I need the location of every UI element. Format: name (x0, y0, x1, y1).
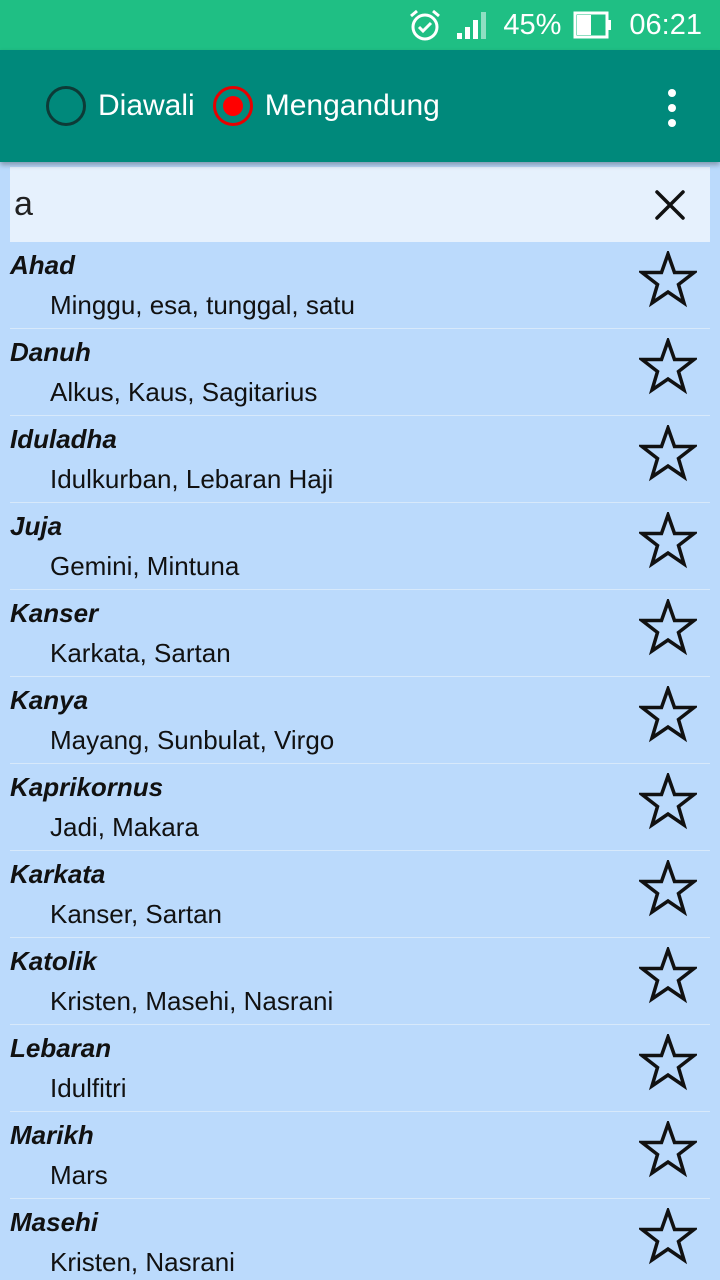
list-item[interactable]: Kaprikornus Jadi, Makara (10, 764, 710, 851)
app-bar: Diawali Mengandung (0, 50, 720, 162)
star-icon[interactable] (638, 337, 698, 397)
menu-dot (668, 104, 676, 112)
star-icon[interactable] (638, 772, 698, 832)
radio-label-diawali: Diawali (98, 89, 195, 122)
list-item[interactable]: Katolik Kristen, Masehi, Nasrani (10, 938, 710, 1025)
radio-label-mengandung: Mengandung (264, 89, 440, 122)
word-synonyms: Kristen, Nasrani (50, 1247, 235, 1277)
word-synonyms: Mayang, Sunbulat, Virgo (50, 725, 335, 755)
list-item[interactable]: Lebaran Idulfitri (10, 1025, 710, 1112)
search-input[interactable] (10, 174, 640, 235)
menu-dot (668, 89, 676, 97)
word-synonyms: Mars (50, 1160, 108, 1190)
signal-icon (455, 9, 491, 41)
word-term: Lebaran (10, 1033, 112, 1063)
star-icon[interactable] (638, 946, 698, 1006)
radio-unchecked-icon[interactable] (46, 86, 86, 126)
star-icon[interactable] (638, 859, 698, 919)
word-term: Danuh (10, 337, 91, 367)
list-item[interactable]: Kanya Mayang, Sunbulat, Virgo (10, 677, 710, 764)
radio-diawali[interactable]: Diawali (46, 76, 195, 136)
overflow-menu-icon[interactable] (656, 86, 688, 130)
list-item[interactable]: Marikh Mars (10, 1112, 710, 1199)
list-item[interactable]: Kanser Karkata, Sartan (10, 590, 710, 677)
star-icon[interactable] (638, 1120, 698, 1180)
list-item[interactable]: Juja Gemini, Mintuna (10, 503, 710, 590)
result-list: Ahad Minggu, esa, tunggal, satu Danuh Alkus… (0, 242, 720, 1280)
word-term: Kanya (10, 685, 89, 715)
word-term: Masehi (10, 1207, 99, 1237)
word-term: Karkata (10, 859, 106, 889)
list-item[interactable]: Danuh Alkus, Kaus, Sagitarius (10, 329, 710, 416)
battery-percent: 45% (503, 8, 562, 41)
word-term: Katolik (10, 946, 97, 976)
word-term: Marikh (10, 1120, 94, 1150)
star-icon[interactable] (638, 511, 698, 571)
search-box (10, 167, 710, 242)
word-synonyms: Alkus, Kaus, Sagitarius (50, 377, 318, 407)
word-term: Kanser (10, 598, 99, 628)
status-bar: 45% 06:21 (0, 0, 720, 50)
list-item[interactable]: Ahad Minggu, esa, tunggal, satu (10, 242, 710, 329)
word-term: Iduladha (10, 424, 117, 454)
close-icon[interactable] (640, 175, 700, 235)
alarm-icon (407, 7, 443, 43)
menu-dot (668, 119, 676, 127)
word-synonyms: Kristen, Masehi, Nasrani (50, 986, 334, 1016)
star-icon[interactable] (638, 685, 698, 745)
battery-icon (573, 11, 613, 39)
word-synonyms: Jadi, Makara (50, 812, 199, 842)
star-icon[interactable] (638, 250, 698, 310)
star-icon[interactable] (638, 1207, 698, 1267)
word-synonyms: Kanser, Sartan (50, 899, 222, 929)
list-item[interactable]: Masehi Kristen, Nasrani (10, 1199, 710, 1280)
word-term: Kaprikornus (10, 772, 164, 802)
word-synonyms: Idulfitri (50, 1073, 127, 1103)
word-term: Ahad (10, 250, 75, 280)
radio-checked-icon[interactable] (212, 86, 253, 126)
word-term: Juja (10, 511, 63, 541)
word-synonyms: Gemini, Mintuna (50, 551, 240, 581)
word-synonyms: Karkata, Sartan (50, 638, 231, 668)
list-item[interactable]: Iduladha Idulkurban, Lebaran Haji (10, 416, 710, 503)
radio-mengandung[interactable]: Mengandung (212, 76, 440, 136)
list-item[interactable]: Karkata Kanser, Sartan (10, 851, 710, 938)
star-icon[interactable] (638, 1033, 698, 1093)
star-icon[interactable] (638, 598, 698, 658)
star-icon[interactable] (638, 424, 698, 484)
clock: 06:21 (629, 8, 702, 41)
word-synonyms: Minggu, esa, tunggal, satu (50, 290, 355, 320)
word-synonyms: Idulkurban, Lebaran Haji (50, 464, 334, 494)
